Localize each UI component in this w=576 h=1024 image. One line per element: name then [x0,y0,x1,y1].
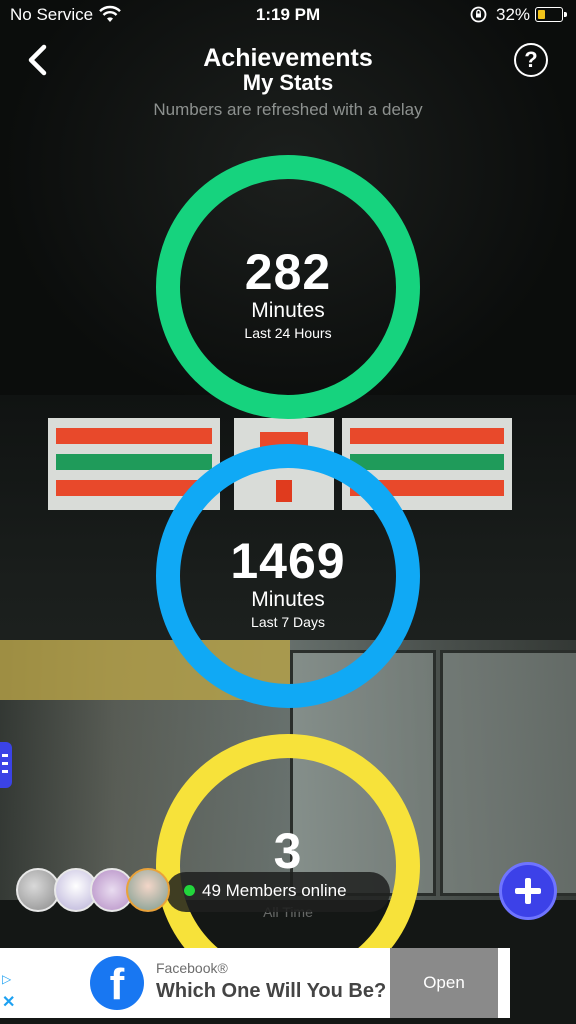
refresh-note: Numbers are refreshed with a delay [153,100,423,119]
ad-headline[interactable]: Which One Will You Be? [156,980,386,1003]
side-menu-tab[interactable] [0,742,12,788]
page-title: Achievements [203,44,373,72]
battery-percent: 32% [496,5,531,24]
page-subtitle: My Stats [242,70,334,95]
ad-choices[interactable]: ▷ ✕ [0,948,66,1018]
ad-info-icon[interactable]: ▷ [2,972,16,986]
members-online-label[interactable]: 49 Members online [202,881,347,901]
clock: 1:19 PM [255,5,321,24]
help-button[interactable]: ? [514,43,548,77]
add-button[interactable] [499,862,557,920]
stat-ring-24h: 282 Minutes Last 24 Hours [156,155,420,419]
close-icon[interactable]: ✕ [2,992,16,1011]
online-indicator-icon [184,885,195,896]
facebook-logo-icon: f [90,956,144,1010]
stat-value: 282 [244,244,332,300]
stat-unit: Minutes [251,299,325,322]
stat-ring-7d: 1469 Minutes Last 7 Days [156,444,420,708]
status-bar: No Service 1:19 PM 32% [0,0,576,30]
battery-icon [535,7,567,22]
orientation-lock-icon [470,6,487,23]
ad-banner[interactable]: ▷ ✕ f Facebook® Which One Will You Be? O… [0,948,510,1018]
stat-period: Last 24 Hours [244,325,332,341]
stat-period: Last 7 Days [251,614,325,630]
ad-open-button[interactable]: Open [390,948,498,1018]
member-avatar[interactable] [126,868,170,912]
stat-value: 1469 [230,533,346,589]
ad-brand: Facebook® [156,960,228,976]
stat-unit: Minutes [251,588,325,611]
